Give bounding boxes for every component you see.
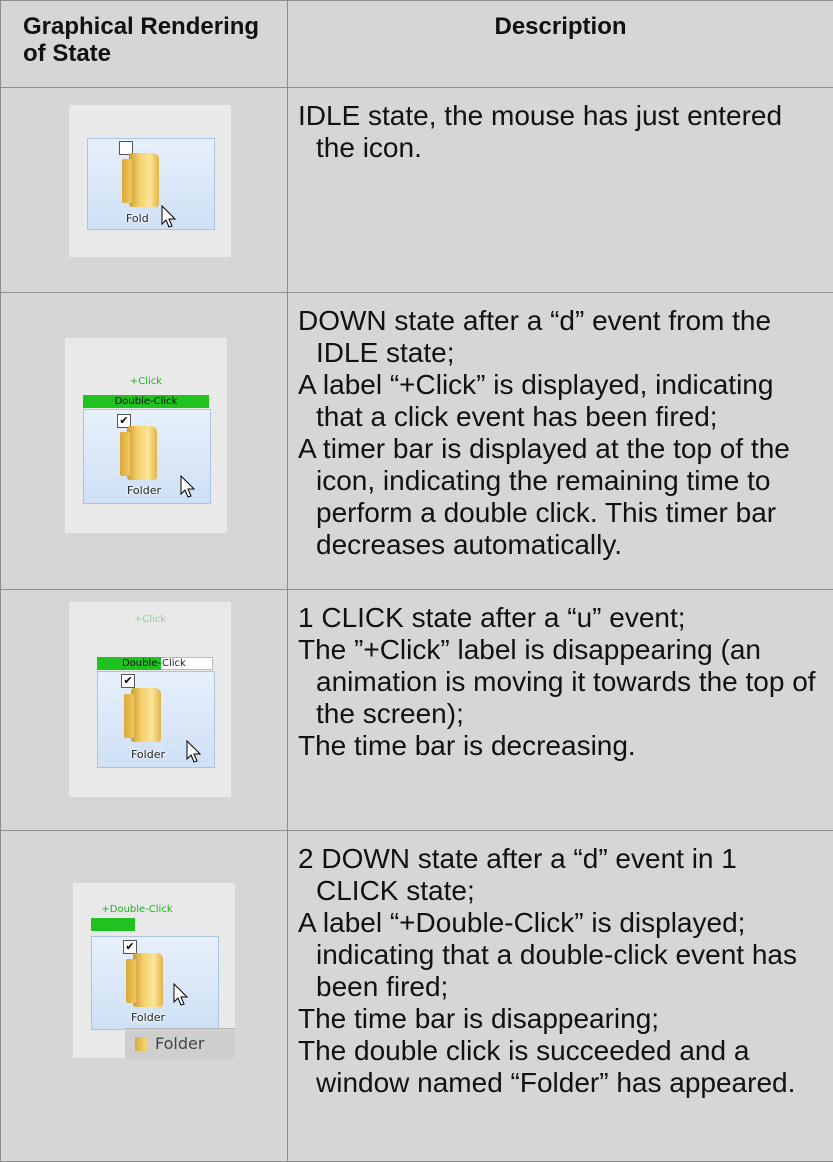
icon-label: Folder [131, 1011, 165, 1024]
window-title: Folder [155, 1034, 204, 1053]
folder-icon [129, 153, 159, 207]
icon-label: Fold [126, 212, 149, 225]
icon-label: Folder [127, 484, 161, 497]
icon-thumbnail: +Double-Click ✔ Folder Folder [73, 883, 235, 1058]
timer-bar: Double- [97, 657, 161, 670]
description-cell-idle: IDLE state, the mouse has just entered t… [288, 88, 833, 293]
window-folder-icon [135, 1037, 147, 1051]
description-line: A label “+Click” is displayed, indicatin… [298, 369, 827, 433]
mouse-cursor-icon [186, 740, 202, 764]
mouse-cursor-icon [173, 983, 189, 1007]
description-line: 2 DOWN state after a “d” event in 1 CLIC… [298, 843, 827, 907]
table-row: +Click Double- Click ✔ Folder 1 CLICK st… [1, 590, 833, 831]
mouse-cursor-icon [180, 475, 196, 499]
description-line: The time bar is disappearing; [298, 1003, 827, 1035]
checkbox-icon: ✔ [121, 674, 135, 688]
icon-thumbnail: +Click Double-Click ✔ Folder [65, 338, 227, 533]
description-line: The ”+Click” label is disappearing (an a… [298, 634, 827, 730]
icon-thumbnail: Fold [69, 105, 231, 257]
states-table: Graphical Rendering of State Description… [0, 0, 833, 1162]
description-line: The time bar is decreasing. [298, 730, 827, 762]
graphic-cell-two-down: +Double-Click ✔ Folder Folder [1, 831, 288, 1162]
icon-thumbnail: +Click Double- Click ✔ Folder [69, 602, 231, 797]
double-click-label: +Double-Click [73, 904, 201, 915]
graphic-cell-one-click: +Click Double- Click ✔ Folder [1, 590, 288, 831]
icon-label: Folder [131, 748, 165, 761]
description-line: A timer bar is displayed at the top of t… [298, 433, 827, 561]
timer-bar-text-rest: Click [162, 657, 186, 670]
table-row: Fold IDLE state, the mouse has just ente… [1, 88, 833, 293]
folder-icon [131, 688, 161, 742]
timer-bar [91, 918, 135, 931]
table-row: +Double-Click ✔ Folder Folder 2 DOWN sta… [1, 831, 833, 1162]
graphic-cell-down: +Click Double-Click ✔ Folder [1, 293, 288, 590]
folder-window[interactable]: Folder [125, 1028, 235, 1059]
timer-bar: Double-Click [83, 395, 209, 408]
click-label: +Click [65, 376, 227, 387]
folder-icon [133, 953, 163, 1007]
header-row: Graphical Rendering of State Description [1, 1, 833, 88]
graphic-cell-idle: Fold [1, 88, 288, 293]
description-cell-down: DOWN state after a “d” event from the ID… [288, 293, 833, 590]
description-line: A label “+Double-Click” is displayed; in… [298, 907, 827, 1003]
description-line: DOWN state after a “d” event from the ID… [298, 305, 827, 369]
description-line: IDLE state, the mouse has just entered t… [298, 100, 827, 164]
header-description: Description [288, 1, 833, 88]
click-label: +Click [69, 614, 231, 625]
description-cell-two-down: 2 DOWN state after a “d” event in 1 CLIC… [288, 831, 833, 1162]
checkbox-icon: ✔ [123, 940, 137, 954]
description-line: 1 CLICK state after a “u” event; [298, 602, 827, 634]
description-cell-one-click: 1 CLICK state after a “u” event; The ”+C… [288, 590, 833, 831]
folder-icon [127, 426, 157, 480]
description-line: The double click is succeeded and a wind… [298, 1035, 827, 1099]
header-graphical-rendering: Graphical Rendering of State [1, 1, 288, 88]
mouse-cursor-icon [161, 205, 177, 229]
table-row: +Click Double-Click ✔ Folder DOWN state … [1, 293, 833, 590]
